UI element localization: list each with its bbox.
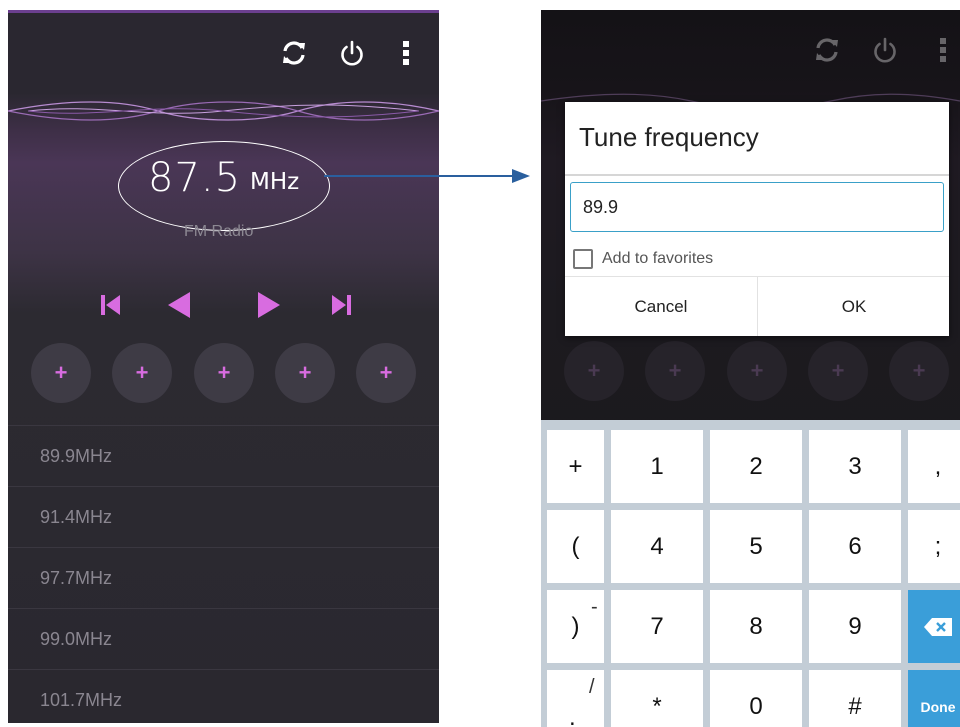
preset-row-dimmed: + + + + + <box>541 341 960 401</box>
key-0[interactable]: 0 <box>710 670 802 727</box>
preset-button: + <box>808 341 868 401</box>
frequency-unit: MHz <box>250 169 300 195</box>
station-list: 89.9 MHz 91.4 MHz 97.7 MHz 99.0 MHz 101.7 MHz <box>8 425 439 723</box>
refresh-icon <box>809 32 845 68</box>
station-item[interactable]: 99.0 MHz <box>8 608 439 669</box>
favorites-option[interactable]: Add to favorites <box>573 248 713 270</box>
key-hash[interactable]: # <box>809 670 901 727</box>
playback-controls <box>8 285 439 325</box>
power-icon[interactable] <box>334 35 370 71</box>
seek-back-icon[interactable] <box>160 285 200 325</box>
callout-arrow-line <box>324 175 514 177</box>
preset-button: + <box>564 341 624 401</box>
cancel-button[interactable]: Cancel <box>565 277 757 336</box>
callout-arrow-head <box>512 169 530 183</box>
key-1[interactable]: 1 <box>611 430 703 503</box>
favorites-checkbox[interactable] <box>573 249 593 269</box>
dialog-title: Tune frequency <box>579 122 759 152</box>
ok-button[interactable]: OK <box>758 277 950 336</box>
tune-frequency-dialog: Tune frequency Add to favorites Cancel O… <box>565 102 949 336</box>
backspace-key[interactable] <box>908 590 960 663</box>
backspace-icon <box>924 617 952 636</box>
key-3[interactable]: 3 <box>809 430 901 503</box>
station-item[interactable]: 89.9 MHz <box>8 425 439 486</box>
key-7[interactable]: 7 <box>611 590 703 663</box>
more-options-icon <box>925 32 960 68</box>
band-label: FM Radio <box>184 223 254 240</box>
key-period[interactable]: . / <box>547 670 604 727</box>
key-alt-char: / <box>589 676 595 698</box>
radio-screen-dimmed: + + + + + Tune frequency Add to favorite… <box>541 10 960 727</box>
key-plus[interactable]: + <box>547 430 604 503</box>
key-comma[interactable]: , <box>908 430 960 503</box>
key-close-paren[interactable]: ) - <box>547 590 604 663</box>
preset-button: + <box>645 341 705 401</box>
preset-button[interactable]: + <box>31 343 91 403</box>
key-9[interactable]: 9 <box>809 590 901 663</box>
radio-screen: 87.5 MHz FM Radio + + + + + 89.9 MHz 91.4… <box>8 10 439 723</box>
frequency-input[interactable] <box>570 182 944 232</box>
skip-previous-icon[interactable] <box>90 285 130 325</box>
skip-next-icon[interactable] <box>322 285 362 325</box>
preset-row: + + + + + <box>8 343 439 403</box>
key-6[interactable]: 6 <box>809 510 901 583</box>
key-2[interactable]: 2 <box>710 430 802 503</box>
power-icon <box>867 32 903 68</box>
station-item[interactable]: 101.7 MHz <box>8 669 439 723</box>
more-options-icon[interactable] <box>388 35 424 71</box>
seek-forward-icon[interactable] <box>248 285 288 325</box>
refresh-icon[interactable] <box>276 35 312 71</box>
key-asterisk[interactable]: * <box>611 670 703 727</box>
key-8[interactable]: 8 <box>710 590 802 663</box>
key-open-paren[interactable]: ( <box>547 510 604 583</box>
station-item[interactable]: 91.4 MHz <box>8 486 439 547</box>
toolbar <box>8 13 439 93</box>
preset-button[interactable]: + <box>275 343 335 403</box>
frequency-display: 87.5 MHz <box>118 141 330 231</box>
favorites-label: Add to favorites <box>602 250 714 267</box>
toolbar-dimmed <box>541 10 960 90</box>
key-alt-char: - <box>591 596 598 618</box>
preset-button[interactable]: + <box>194 343 254 403</box>
preset-button[interactable]: + <box>356 343 416 403</box>
key-semicolon[interactable]: ; <box>908 510 960 583</box>
divider <box>565 174 949 176</box>
station-item[interactable]: 97.7 MHz <box>8 547 439 608</box>
preset-button: + <box>889 341 949 401</box>
done-key[interactable]: Done <box>908 670 960 727</box>
preset-button: + <box>727 341 787 401</box>
signal-wave <box>8 101 439 121</box>
preset-button[interactable]: + <box>112 343 172 403</box>
frequency-value: 87.5 <box>148 155 242 201</box>
key-4[interactable]: 4 <box>611 510 703 583</box>
numeric-keyboard: + 1 2 3 , ( 4 5 6 ; ) - 7 8 9 . / * 0 # … <box>541 420 960 727</box>
key-5[interactable]: 5 <box>710 510 802 583</box>
